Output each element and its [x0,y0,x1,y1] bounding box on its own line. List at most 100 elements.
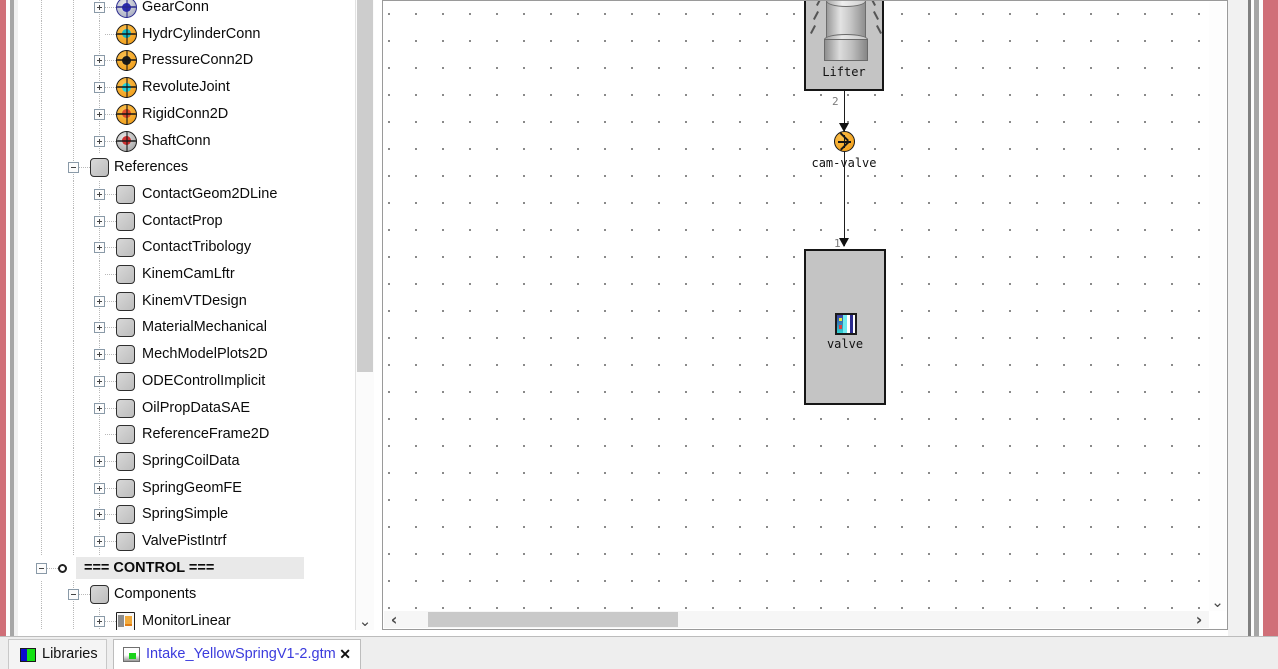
application-window: GearConn HydrCylinderConn PressureConn2D Re… [0,0,1278,669]
expand-icon[interactable] [94,482,105,494]
connection-camvalve-to-valve[interactable] [843,151,846,246]
connection-port-label: 2 [832,95,839,108]
expand-icon[interactable] [94,509,105,521]
expand-icon[interactable] [94,322,105,334]
tab-close-icon[interactable]: ✕ [339,640,351,669]
lifter-motion-mark [810,25,816,34]
canvas-scroll-left-arrow[interactable]: ‹ [384,611,404,628]
tree-item-contacttribology[interactable]: ContactTribology [18,234,358,261]
expand-icon[interactable] [94,242,105,254]
tree-item-kinemvtdesign[interactable]: KinemVTDesign [18,287,358,315]
tab-intake-model[interactable]: Intake_YellowSpringV1-2.gtm ✕ [113,639,361,669]
tree-guide-line [41,367,42,395]
tree-guide-line [41,20,42,48]
tree-item-references[interactable]: References [18,154,358,181]
expand-icon[interactable] [94,82,105,94]
canvas-vertical-scrollbar[interactable]: ⌄ [1209,2,1226,611]
tree-guide-line [105,140,116,142]
cylinder-lifter-icon [824,1,868,65]
monitorlinear-icon [116,612,135,630]
tree-guide-line [105,514,116,516]
expand-icon[interactable] [94,349,105,361]
tree-item-materialmechanical[interactable]: MaterialMechanical [18,314,358,342]
expand-icon[interactable] [94,455,105,467]
tree-item-monitorlinear[interactable]: MonitorLinear [18,608,358,630]
expand-icon[interactable] [94,108,105,120]
tree-guide-line [73,100,74,128]
tree-item-label: MaterialMechanical [142,319,267,336]
tree-guide-line [105,541,116,542]
tree-item-kinemcamlftr[interactable]: KinemCamLftr [18,261,358,288]
tree-guide-line [41,314,42,342]
tab-libraries[interactable]: Libraries [8,639,107,669]
tree-item-referenceframe2d[interactable]: ReferenceFrame2D [18,421,358,448]
expand-icon[interactable] [94,295,105,307]
tree-item-springgeomfe[interactable]: SpringGeomFE [18,474,358,502]
tree-guide-line [41,608,42,630]
block-valve[interactable]: valve [804,249,886,405]
collapse-icon[interactable] [68,162,79,174]
tree-scroll-down-arrow[interactable]: ⌄ [356,612,374,630]
tree-item-label: References [114,159,189,176]
tree-item-oilpropdatasae[interactable]: OilPropDataSAE [18,394,358,422]
expand-icon[interactable] [94,375,105,387]
tree-item-control[interactable]: === CONTROL === [18,555,358,582]
tree-item-pressureconn2d[interactable]: PressureConn2D [18,47,358,75]
expand-icon[interactable] [94,55,105,67]
tree-guide-line [41,100,42,128]
tree-guide-line [73,180,74,208]
tree-guide-line [105,247,116,249]
tree-item-label: ContactProp [142,212,223,229]
tree-item-gearconn[interactable]: GearConn [18,0,358,21]
tree-item-valvepistintrf[interactable]: ValvePistIntrf [18,528,358,555]
tree-item-label: ContactGeom2DLine [142,185,278,202]
block-lifter[interactable]: Lifter [804,1,884,91]
tree-item-revolutejoint[interactable]: RevoluteJoint [18,74,358,101]
tree-guide-line [105,7,116,8]
cam-valve-joint-icon[interactable] [834,131,855,152]
expand-icon[interactable] [94,536,105,547]
expand-icon[interactable] [94,135,105,147]
expand-icon[interactable] [94,2,105,13]
collapse-icon[interactable] [68,589,79,601]
folder-node-icon [116,265,135,284]
tree-scrollbar-thumb[interactable] [357,0,373,372]
tree-vertical-scrollbar[interactable]: ⌄ [355,0,374,630]
tree-guide-line [73,234,74,261]
bullet-node-icon [58,563,67,573]
canvas-horizontal-scrollbar[interactable]: ‹ › [384,611,1209,628]
expand-icon[interactable] [94,188,105,200]
revolutejoint-icon [116,77,137,99]
tree-item-contactgeom2dline[interactable]: ContactGeom2DLine [18,180,358,208]
tree-item-label: ContactTribology [142,239,252,256]
tree-item-springcoildata[interactable]: SpringCoilData [18,447,358,475]
tree-guide-line [79,594,90,596]
hydrcylinderconn-icon [116,23,137,45]
tab-libraries-label: Libraries [42,646,98,662]
tree-item-mechmodelplots2d[interactable]: MechModelPlots2D [18,341,358,368]
expand-icon[interactable] [94,616,105,628]
tree-item-rigidconn2d[interactable]: RigidConn2D [18,100,358,128]
folder-node-icon [116,505,135,525]
tree-item-springsimple[interactable]: SpringSimple [18,501,358,528]
tree-item-contactprop[interactable]: ContactProp [18,207,358,235]
tree-guide-line [73,341,74,368]
expand-icon[interactable] [94,215,105,227]
tree-item-odecontrolimplicit[interactable]: ODEControlImplicit [18,367,358,395]
tree-item-hydrcylinderconn[interactable]: HydrCylinderConn [18,20,358,48]
expand-icon[interactable] [94,402,105,414]
collapse-icon[interactable] [36,562,47,574]
diagram-canvas[interactable]: Lifter 2 cam-valve 1 [384,1,1209,611]
rigidconn2d-icon [116,103,137,125]
canvas-scroll-right-arrow[interactable]: › [1189,611,1209,628]
folder-node-icon [116,211,135,231]
library-tree-panel[interactable]: GearConn HydrCylinderConn PressureConn2D Re… [18,0,374,630]
tree-item-label: SpringCoilData [142,452,240,469]
tree-item-shaftconn[interactable]: ShaftConn [18,127,358,155]
tree-guide-line [41,0,42,21]
canvas-hscrollbar-thumb[interactable] [428,612,678,627]
tree-item-components[interactable]: Components [18,581,358,609]
tree-guide-line [105,487,116,489]
tree-guide-line [105,460,116,462]
canvas-scroll-down-arrow[interactable]: ⌄ [1209,594,1226,611]
